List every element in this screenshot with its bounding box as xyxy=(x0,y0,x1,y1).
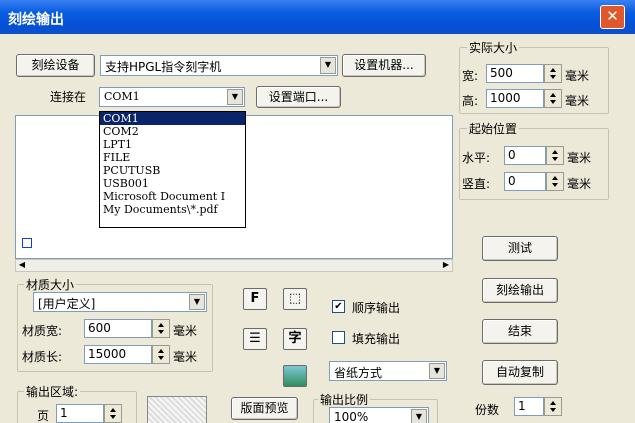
material-width-label: 材质宽: xyxy=(22,324,63,338)
close-button[interactable]: ✕ xyxy=(600,5,625,29)
height-label: 高: xyxy=(462,94,479,108)
actual-height-input[interactable]: 1000 xyxy=(486,89,544,108)
scroll-left-icon[interactable]: ◀ xyxy=(16,260,28,271)
font-f-icon[interactable]: F xyxy=(243,288,267,310)
title-bar: 刻绘输出 xyxy=(0,0,635,34)
material-title: 材质大小 xyxy=(24,276,77,293)
character-icon[interactable]: 字 xyxy=(283,328,307,350)
height-spinner[interactable] xyxy=(544,89,562,108)
end-button[interactable]: 结束 xyxy=(482,319,558,344)
scale-value: 100% xyxy=(334,410,369,423)
port-option[interactable]: COM2 xyxy=(100,125,245,138)
horizontal-unit: 毫米 xyxy=(567,151,592,165)
height-unit: 毫米 xyxy=(565,94,590,108)
actual-size-title: 实际大小 xyxy=(467,39,520,56)
vertical-spinner[interactable] xyxy=(546,172,564,191)
port-option[interactable]: FILE xyxy=(100,151,245,164)
port-dropdown[interactable]: COM1 COM2 LPT1 FILE PCUTUSB USB001 Micro… xyxy=(99,111,246,228)
width-unit: 毫米 xyxy=(565,69,590,83)
fill-label: 填充输出 xyxy=(352,332,401,346)
save-mode-value: 省纸方式 xyxy=(334,366,383,380)
material-length-spinner[interactable] xyxy=(152,345,170,364)
window-title: 刻绘输出 xyxy=(8,12,64,28)
page-label: 页 xyxy=(37,409,50,423)
device-select-value: 支持HPGL指令刻字机 xyxy=(105,60,222,74)
chevron-down-icon[interactable]: ▼ xyxy=(189,294,205,310)
page-spinner[interactable] xyxy=(104,404,122,423)
scale-title: 输出比例 xyxy=(318,391,371,408)
device-select[interactable]: 支持HPGL指令刻字机 ▼ xyxy=(100,55,338,76)
chevron-down-icon[interactable]: ▼ xyxy=(429,363,445,379)
port-option[interactable]: COM1 xyxy=(100,112,245,125)
material-length-label: 材质长: xyxy=(22,350,63,364)
chevron-down-icon[interactable]: ▼ xyxy=(320,57,336,74)
material-length-unit: 毫米 xyxy=(173,350,198,364)
chevron-down-icon[interactable]: ▼ xyxy=(411,409,427,423)
origin-marker xyxy=(22,238,32,248)
mirror-icon[interactable]: ⬚ xyxy=(283,288,307,310)
material-thumbnail xyxy=(147,396,207,423)
connect-label: 连接在 xyxy=(50,90,87,104)
horizontal-spinner[interactable] xyxy=(546,146,564,165)
material-width-spinner[interactable] xyxy=(152,319,170,338)
width-spinner[interactable] xyxy=(544,64,562,83)
material-width-input[interactable]: 600 xyxy=(84,319,152,338)
preview-button[interactable]: 版面预览 xyxy=(231,397,298,420)
device-button[interactable]: 刻绘设备 xyxy=(16,54,95,77)
port-select-value: COM1 xyxy=(104,90,140,103)
setup-port-button[interactable]: 设置端口... xyxy=(256,86,341,108)
actual-width-input[interactable]: 500 xyxy=(486,64,544,83)
vertical-input[interactable]: 0 xyxy=(504,172,546,191)
scroll-right-icon[interactable]: ▶ xyxy=(440,260,452,271)
fill-checkbox[interactable] xyxy=(332,331,345,344)
setup-machine-button[interactable]: 设置机器... xyxy=(342,54,426,77)
port-option[interactable]: USB001 xyxy=(100,177,245,190)
horizontal-scrollbar[interactable]: ◀ ▶ xyxy=(15,259,453,272)
page-input[interactable]: 1 xyxy=(56,404,104,423)
copies-input[interactable]: 1 xyxy=(514,397,544,416)
vertical-label: 竖直: xyxy=(462,177,491,191)
material-width-unit: 毫米 xyxy=(173,324,198,338)
material-length-input[interactable]: 15000 xyxy=(84,345,152,364)
vertical-unit: 毫米 xyxy=(567,177,592,191)
horizontal-label: 水平: xyxy=(462,151,491,165)
test-button[interactable]: 测试 xyxy=(482,236,558,261)
image-icon[interactable] xyxy=(283,365,307,387)
port-option[interactable]: Microsoft Document I xyxy=(100,190,245,203)
start-position-title: 起始位置 xyxy=(467,120,520,137)
port-option[interactable]: My Documents\*.pdf xyxy=(100,203,245,216)
align-lines-icon[interactable]: ☰ xyxy=(243,328,267,350)
copies-spinner[interactable] xyxy=(544,397,562,416)
copies-label: 份数 xyxy=(475,403,500,417)
chevron-down-icon[interactable]: ▼ xyxy=(227,89,243,105)
horizontal-input[interactable]: 0 xyxy=(504,146,546,165)
port-option[interactable]: LPT1 xyxy=(100,138,245,151)
save-mode-select[interactable]: 省纸方式 ▼ xyxy=(329,361,447,381)
material-select-value: [用户定义] xyxy=(38,297,96,311)
sequential-label: 顺序输出 xyxy=(352,301,401,315)
port-option[interactable]: PCUTUSB xyxy=(100,164,245,177)
scale-select[interactable]: 100% ▼ xyxy=(329,407,429,423)
sequential-checkbox[interactable]: ✔ xyxy=(332,300,345,313)
output-area-title: 输出区域: xyxy=(24,383,81,400)
auto-copy-button[interactable]: 自动复制 xyxy=(482,360,558,385)
output-button[interactable]: 刻绘输出 xyxy=(482,278,558,303)
port-select[interactable]: COM1 ▼ xyxy=(99,87,245,107)
material-select[interactable]: [用户定义] ▼ xyxy=(33,292,207,312)
width-label: 宽: xyxy=(462,69,479,83)
